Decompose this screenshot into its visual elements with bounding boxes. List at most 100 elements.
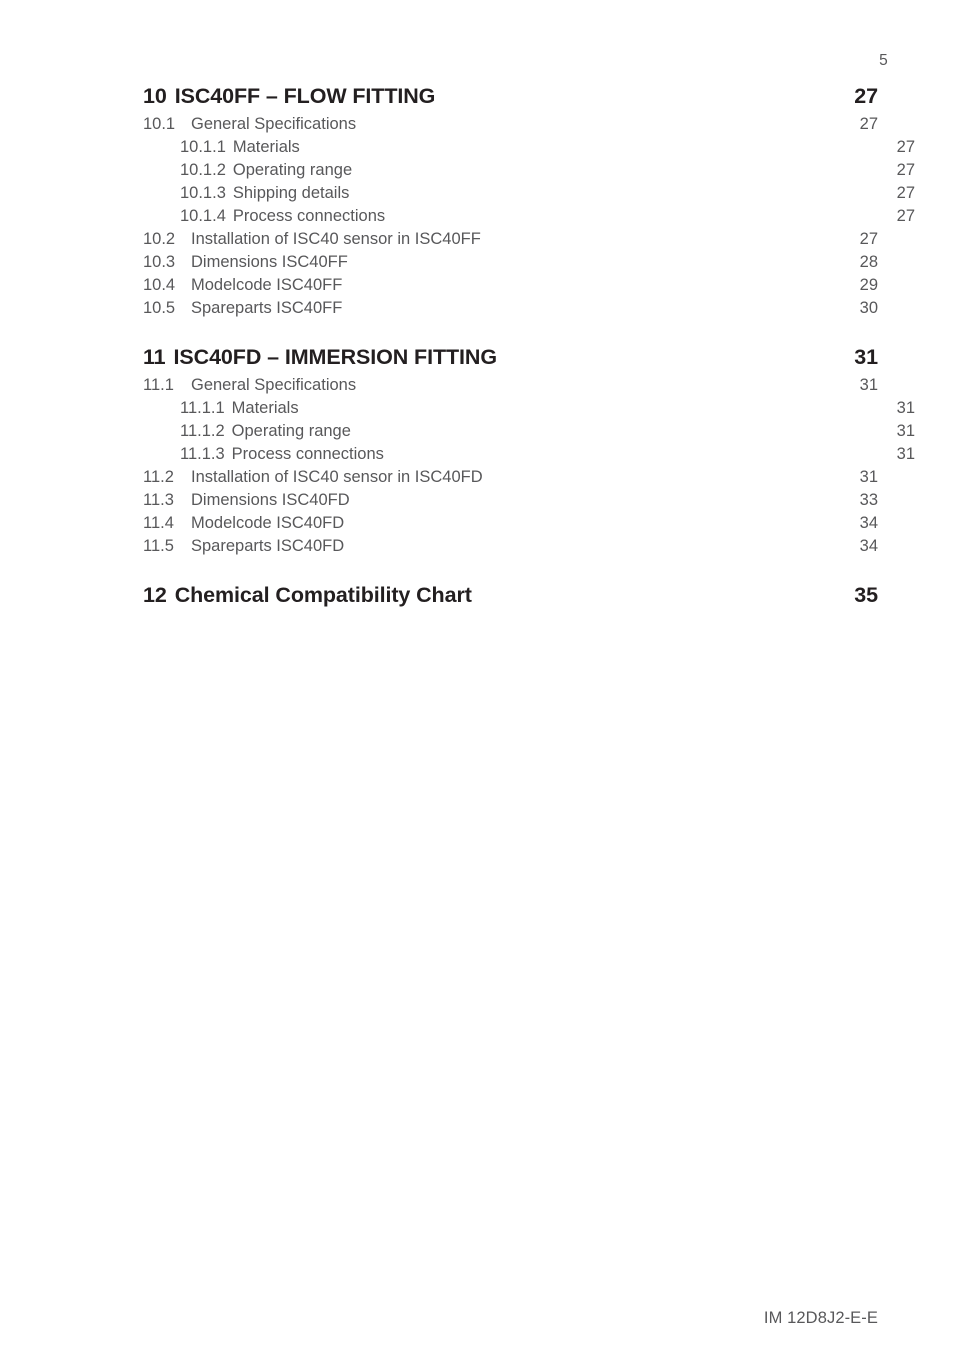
toc-entry-label: Process connections [232,207,386,225]
toc-entry-page-number: 27 [854,84,878,108]
toc-entry-number: 11.5 [143,537,174,555]
toc-entry-label: Materials [231,399,299,417]
toc-entry-number: 11.1 [143,376,174,394]
toc-entry-page-number: 27 [859,115,878,133]
toc-entry[interactable]: 11.4 Modelcode ISC40FD 34 [143,514,878,537]
toc-entry-title-wrap: 11.1.2 Operating range [180,422,351,441]
toc-entry-page-number: 33 [859,491,878,509]
table-of-contents: 10 ISC40FF – FLOW FITTING 27 10.1 General Sp… [143,84,915,614]
toc-chapter-heading[interactable]: 12 Chemical Compatibility Chart 35 [143,583,878,614]
page-number: 5 [879,52,888,69]
toc-entry-number: 11.2 [143,468,174,486]
toc-entry[interactable]: 11.5 Spareparts ISC40FD 34 [143,537,878,560]
toc-entry-page-number: 31 [896,445,915,463]
toc-entry-label: Shipping details [232,184,350,202]
toc-entry-page-number: 28 [859,253,878,271]
toc-entry[interactable]: 11.1 General Specifications 31 [143,376,878,399]
toc-entry-page-number: 27 [896,138,915,156]
toc-entry[interactable]: 11.1.2 Operating range 31 [143,422,915,445]
toc-entry[interactable]: 10.5 Spareparts ISC40FF 30 [143,299,878,322]
toc-entry[interactable]: 10.1.3 Shipping details 27 [143,184,915,207]
toc-entry-number: 10.5 [143,299,176,317]
toc-entry-number: 10.1.1 [180,138,226,156]
toc-entry-page-number: 30 [859,299,878,317]
toc-chapter-group: 12 Chemical Compatibility Chart 35 [143,583,878,614]
toc-entry-label: Chemical Compatibility Chart [174,583,472,607]
toc-entry-page-number: 31 [859,376,878,394]
toc-entry[interactable]: 10.1.1 Materials 27 [143,138,915,161]
toc-entry-title-wrap: 11.2 Installation of ISC40 sensor in ISC4… [143,468,483,487]
toc-entry-title-wrap: 10.3 Dimensions ISC40FF [143,253,348,272]
toc-entry[interactable]: 10.2 Installation of ISC40 sensor in ISC4… [143,230,878,253]
toc-entry-label: Spareparts ISC40FF [191,299,343,317]
toc-entry-page-number: 31 [896,399,915,417]
toc-entry-page-number: 27 [896,161,915,179]
toc-chapter-heading[interactable]: 11 ISC40FD – IMMERSION FITTING 31 [143,345,878,376]
toc-entry-page-number: 34 [859,514,878,532]
toc-chapter-heading[interactable]: 10 ISC40FF – FLOW FITTING 27 [143,84,878,115]
toc-entry-label: Operating range [231,422,351,440]
footer-document-code: IM 12D8J2-E-E [763,1309,878,1327]
toc-entry[interactable]: 11.3 Dimensions ISC40FD 33 [143,491,878,514]
toc-entry-page-number: 27 [896,184,915,202]
toc-entry-title-wrap: 11.5 Spareparts ISC40FD [143,537,344,556]
toc-entry-page-number: 34 [859,537,878,555]
toc-entry-title-wrap: 10.1.2 Operating range [180,161,352,180]
toc-entry-number: 11.1.2 [180,422,225,440]
toc-entry-page-number: 31 [896,422,915,440]
toc-entry-title-wrap: 11.4 Modelcode ISC40FD [143,514,344,533]
toc-entry-label: Dimensions ISC40FF [191,253,348,271]
toc-entry[interactable]: 10.1.2 Operating range 27 [143,161,915,184]
toc-entry-title-wrap: 11 ISC40FD – IMMERSION FITTING [143,345,497,370]
toc-entry-title-wrap: 10.1.1 Materials [180,138,300,157]
toc-entry-label: General Specifications [191,115,357,133]
toc-entry[interactable]: 10.1 General Specifications 27 [143,115,878,138]
toc-entry-number: 10 [143,84,167,108]
document-page: 5 10 ISC40FF – FLOW FITTING 27 10.1 General … [0,0,954,1354]
toc-entry-label: Spareparts ISC40FD [191,537,345,555]
toc-entry-title-wrap: 10.4 Modelcode ISC40FF [143,276,342,295]
toc-entry-label: ISC40FD – IMMERSION FITTING [173,345,498,369]
toc-entry-number: 10.1.2 [180,161,226,179]
toc-entry-number: 10.1 [143,115,176,133]
toc-entry-title-wrap: 10.1.3 Shipping details [180,184,349,203]
toc-entry-number: 11.4 [143,514,174,532]
toc-entry-number: 11.3 [143,491,174,509]
toc-entry-label: Dimensions ISC40FD [191,491,350,509]
toc-entry-title-wrap: 12 Chemical Compatibility Chart [143,583,472,608]
toc-entry-number: 11 [143,345,166,369]
toc-entry-number: 10.1.4 [180,207,226,225]
toc-entry-label: General Specifications [191,376,357,394]
toc-entry-page-number: 31 [854,345,878,369]
toc-entry[interactable]: 10.1.4 Process connections 27 [143,207,915,230]
toc-entry[interactable]: 11.1.1 Materials 31 [143,399,915,422]
toc-entry[interactable]: 11.2 Installation of ISC40 sensor in ISC4… [143,468,878,491]
toc-entry[interactable]: 11.1.3 Process connections 31 [143,445,915,468]
toc-entry-label: Installation of ISC40 sensor in ISC40FD [191,468,483,486]
toc-entry-label: ISC40FF – FLOW FITTING [174,84,436,108]
toc-entry-page-number: 31 [859,468,878,486]
toc-entry-page-number: 35 [854,583,878,607]
toc-chapter-group: 10 ISC40FF – FLOW FITTING 27 10.1 General Sp… [143,84,915,322]
toc-entry-title-wrap: 11.3 Dimensions ISC40FD [143,491,350,510]
toc-entry-number: 10.1.3 [180,184,226,202]
toc-entry-label: Installation of ISC40 sensor in ISC40FF [191,230,481,248]
toc-entry-title-wrap: 10.2 Installation of ISC40 sensor in ISC4… [143,230,481,249]
toc-entry-label: Modelcode ISC40FD [191,514,345,532]
toc-entry-number: 10.4 [143,276,176,294]
toc-entry[interactable]: 10.4 Modelcode ISC40FF 29 [143,276,878,299]
toc-entry-title-wrap: 10.1 General Specifications [143,115,356,134]
toc-entry-number: 11.1.1 [180,399,225,417]
toc-entry-title-wrap: 10.5 Spareparts ISC40FF [143,299,342,318]
toc-entry-page-number: 27 [859,230,878,248]
toc-entry-title-wrap: 10 ISC40FF – FLOW FITTING [143,84,435,109]
toc-entry-title-wrap: 11.1 General Specifications [143,376,356,395]
toc-entry-number: 11.1.3 [180,445,225,463]
toc-entry-page-number: 27 [896,207,915,225]
toc-entry-title-wrap: 11.1.1 Materials [180,399,299,418]
toc-entry[interactable]: 10.3 Dimensions ISC40FF 28 [143,253,878,276]
toc-entry-title-wrap: 11.1.3 Process connections [180,445,384,464]
toc-entry-number: 10.2 [143,230,176,248]
toc-entry-number: 12 [143,583,167,607]
toc-entry-page-number: 29 [859,276,878,294]
